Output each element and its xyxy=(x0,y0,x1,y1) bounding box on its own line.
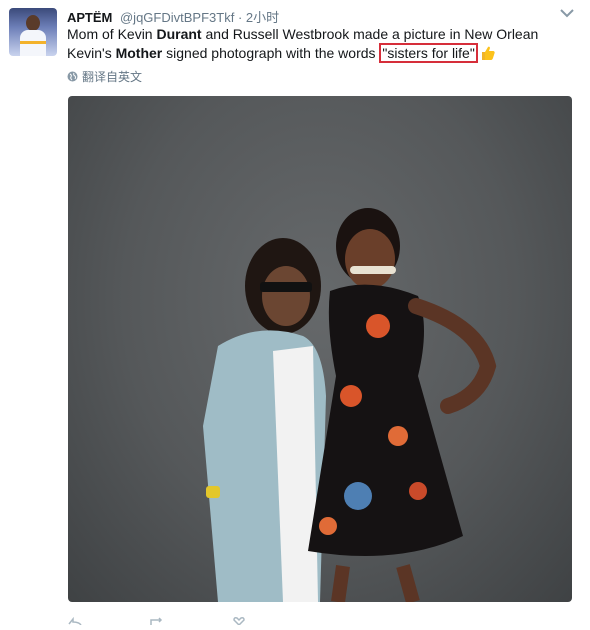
display-name[interactable]: АРТЁМ xyxy=(67,10,112,25)
retweet-icon[interactable] xyxy=(149,612,165,625)
separator-dot: · xyxy=(237,10,243,25)
chevron-down-icon[interactable] xyxy=(560,8,574,18)
user-handle[interactable]: @jqGFDivtBPF3Tkf xyxy=(120,10,234,25)
bold-mother: Mother xyxy=(115,45,163,61)
avatar[interactable] xyxy=(9,8,57,56)
translate-link[interactable]: 翻译自英文 xyxy=(67,68,142,85)
tweet-text: Mom of Kevin Durant and Russell Westbroo… xyxy=(67,25,582,63)
avatar-jersey-stripe xyxy=(20,41,46,44)
highlighted-quote: "sisters for life" xyxy=(379,43,478,63)
tweet-photo[interactable] xyxy=(68,96,572,602)
globe-icon xyxy=(67,71,78,82)
tweet-text-line-2: Kevin's Mother signed photograph with th… xyxy=(67,43,582,63)
tweet-text-line-1: Mom of Kevin Durant and Russell Westbroo… xyxy=(67,26,539,42)
avatar-head-shape xyxy=(26,15,40,31)
timestamp[interactable]: 2小时 xyxy=(246,10,279,25)
photo-illustration xyxy=(203,208,497,602)
heart-icon[interactable] xyxy=(231,612,247,627)
tweet-header: АРТЁМ @jqGFDivtBPF3Tkf · 2小时 xyxy=(67,7,279,26)
translate-label: 翻译自英文 xyxy=(82,70,143,84)
reply-icon[interactable] xyxy=(67,612,83,626)
bold-durant: Durant xyxy=(156,26,202,42)
thumbs-up-emoji xyxy=(481,46,495,60)
tweet-card: АРТЁМ @jqGFDivtBPF3Tkf · 2小时 Mom of Kevi… xyxy=(0,0,590,627)
